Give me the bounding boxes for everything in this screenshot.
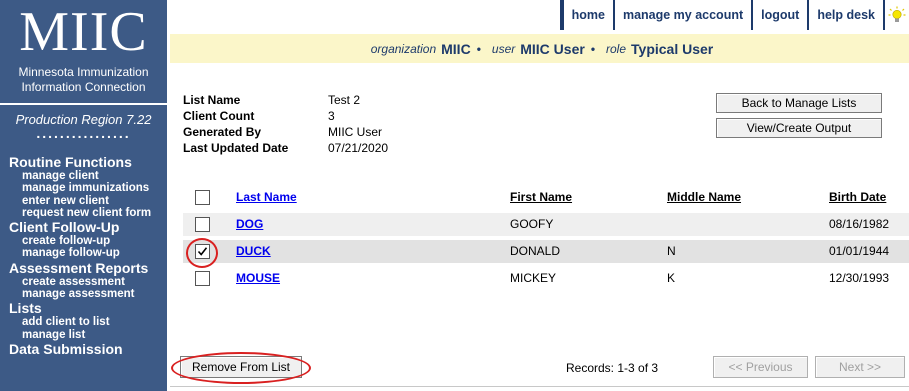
- nav-item-add-client-to-list[interactable]: add client to list: [11, 316, 167, 328]
- last-name-header[interactable]: Last Name: [236, 190, 297, 204]
- help-desk-link[interactable]: help desk: [809, 0, 883, 30]
- logo-subtitle: Minnesota Immunization Information Conne…: [0, 65, 167, 95]
- nav-heading-data-submission: Data Submission: [9, 340, 123, 357]
- nav-item-manage-assessment[interactable]: manage assessment: [11, 288, 167, 300]
- top-nav: home manage my account logout help desk: [559, 0, 909, 30]
- row-checkbox-checked[interactable]: [195, 244, 210, 259]
- lightbulb-icon[interactable]: [885, 0, 909, 30]
- checkmark-icon: [197, 247, 208, 256]
- select-all-checkbox[interactable]: [195, 190, 210, 205]
- summary-row-last-updated: Last Updated Date 07/21/2020: [183, 140, 388, 156]
- client-count-label: Client Count: [183, 109, 255, 123]
- app-root: MIIC Minnesota Immunization Information …: [0, 0, 909, 391]
- nav-item-enter-new-client[interactable]: enter new client: [11, 195, 167, 207]
- first-name-cell: MICKEY: [510, 271, 557, 285]
- organization-value: MIIC: [441, 40, 471, 57]
- remove-from-list-button[interactable]: Remove From List: [180, 356, 302, 378]
- nav-item-manage-immunizations[interactable]: manage immunizations: [11, 182, 167, 194]
- last-name-link[interactable]: DOG: [236, 217, 263, 231]
- manage-account-link[interactable]: manage my account: [614, 0, 752, 30]
- generated-by-label: Generated By: [183, 125, 262, 139]
- middle-name-header[interactable]: Middle Name: [667, 190, 741, 204]
- first-name-cell: GOOFY: [510, 217, 554, 231]
- sidebar-nav: Routine Functions manage client manage i…: [9, 154, 167, 357]
- nav-heading-routine-functions: Routine Functions: [9, 154, 132, 170]
- nav-item-create-assessment[interactable]: create assessment: [11, 276, 167, 288]
- role-label: role: [606, 41, 627, 56]
- middle-name-cell: K: [667, 271, 676, 285]
- sidebar-divider: [0, 103, 167, 105]
- list-summary: List Name Test 2 Client Count 3 Generate…: [183, 92, 388, 156]
- nav-heading-assessment-reports: Assessment Reports: [9, 259, 149, 276]
- last-updated-label: Last Updated Date: [183, 141, 289, 155]
- last-name-link[interactable]: MOUSE: [236, 271, 280, 285]
- table-row: DUCK DONALD N 01/01/1944: [183, 240, 909, 263]
- last-updated-value: 07/21/2020: [328, 141, 389, 155]
- birth-date-cell: 01/01/1944: [829, 244, 890, 258]
- sidebar: MIIC Minnesota Immunization Information …: [0, 0, 167, 391]
- home-link[interactable]: home: [563, 0, 613, 30]
- user-value: MIIC User: [520, 40, 585, 57]
- nav-item-manage-client[interactable]: manage client: [11, 170, 167, 182]
- nav-item-create-follow-up[interactable]: create follow-up: [11, 235, 167, 247]
- first-name-cell: DONALD: [510, 244, 561, 258]
- role-value: Typical User: [631, 40, 714, 57]
- last-name-link[interactable]: DUCK: [236, 244, 271, 258]
- logo-subtitle-line1: Minnesota Immunization: [18, 65, 149, 79]
- first-name-header[interactable]: First Name: [510, 190, 572, 204]
- next-page-button[interactable]: Next >>: [815, 356, 905, 378]
- records-count: Records: 1-3 of 3: [566, 361, 659, 375]
- nav-item-manage-follow-up[interactable]: manage follow-up: [11, 247, 167, 259]
- table-row: DOG GOOFY 08/16/1982: [183, 213, 909, 236]
- nav-item-request-new-client-form[interactable]: request new client form: [11, 207, 167, 219]
- nav-heading-lists: Lists: [9, 300, 42, 317]
- separator-dot: •: [476, 41, 481, 56]
- miic-logo: MIIC: [19, 1, 148, 63]
- back-to-manage-lists-button[interactable]: Back to Manage Lists: [716, 93, 882, 113]
- summary-row-generated-by: Generated By MIIC User: [183, 124, 388, 140]
- user-label: user: [491, 41, 516, 56]
- middle-name-cell: N: [667, 244, 676, 258]
- previous-page-button[interactable]: << Previous: [713, 356, 808, 378]
- summary-row-client-count: Client Count 3: [183, 108, 388, 124]
- birth-date-header[interactable]: Birth Date: [829, 190, 886, 204]
- separator-dot: •: [590, 41, 596, 56]
- top-bar: home manage my account logout help desk: [167, 0, 909, 30]
- nav-heading-client-follow-up: Client Follow-Up: [9, 219, 120, 236]
- row-checkbox[interactable]: [195, 271, 210, 286]
- logo-subtitle-line2: Information Connection: [21, 80, 146, 94]
- logout-link[interactable]: logout: [753, 0, 808, 30]
- birth-date-cell: 12/30/1993: [829, 271, 890, 285]
- row-checkbox[interactable]: [195, 217, 210, 232]
- table-header-row: Last Name First Name Middle Name Birth D…: [183, 186, 909, 209]
- table-row: MOUSE MICKEY K 12/30/1993: [183, 267, 909, 290]
- dotted-divider: ................: [36, 125, 131, 141]
- client-count-value: 3: [328, 109, 335, 123]
- generated-by-value: MIIC User: [328, 125, 382, 139]
- organization-label: organization: [370, 41, 437, 56]
- lightbulb-icon-graphic: [888, 6, 906, 22]
- list-name-value: Test 2: [328, 93, 361, 107]
- session-info-bar: organization MIIC • user MIIC User • rol…: [170, 34, 909, 63]
- footer-divider: [170, 386, 909, 387]
- nav-item-manage-list[interactable]: manage list: [11, 329, 167, 341]
- summary-row-list-name: List Name Test 2: [183, 92, 388, 108]
- birth-date-cell: 08/16/1982: [829, 217, 890, 231]
- view-create-output-button[interactable]: View/Create Output: [716, 118, 882, 138]
- list-name-label: List Name: [183, 93, 241, 107]
